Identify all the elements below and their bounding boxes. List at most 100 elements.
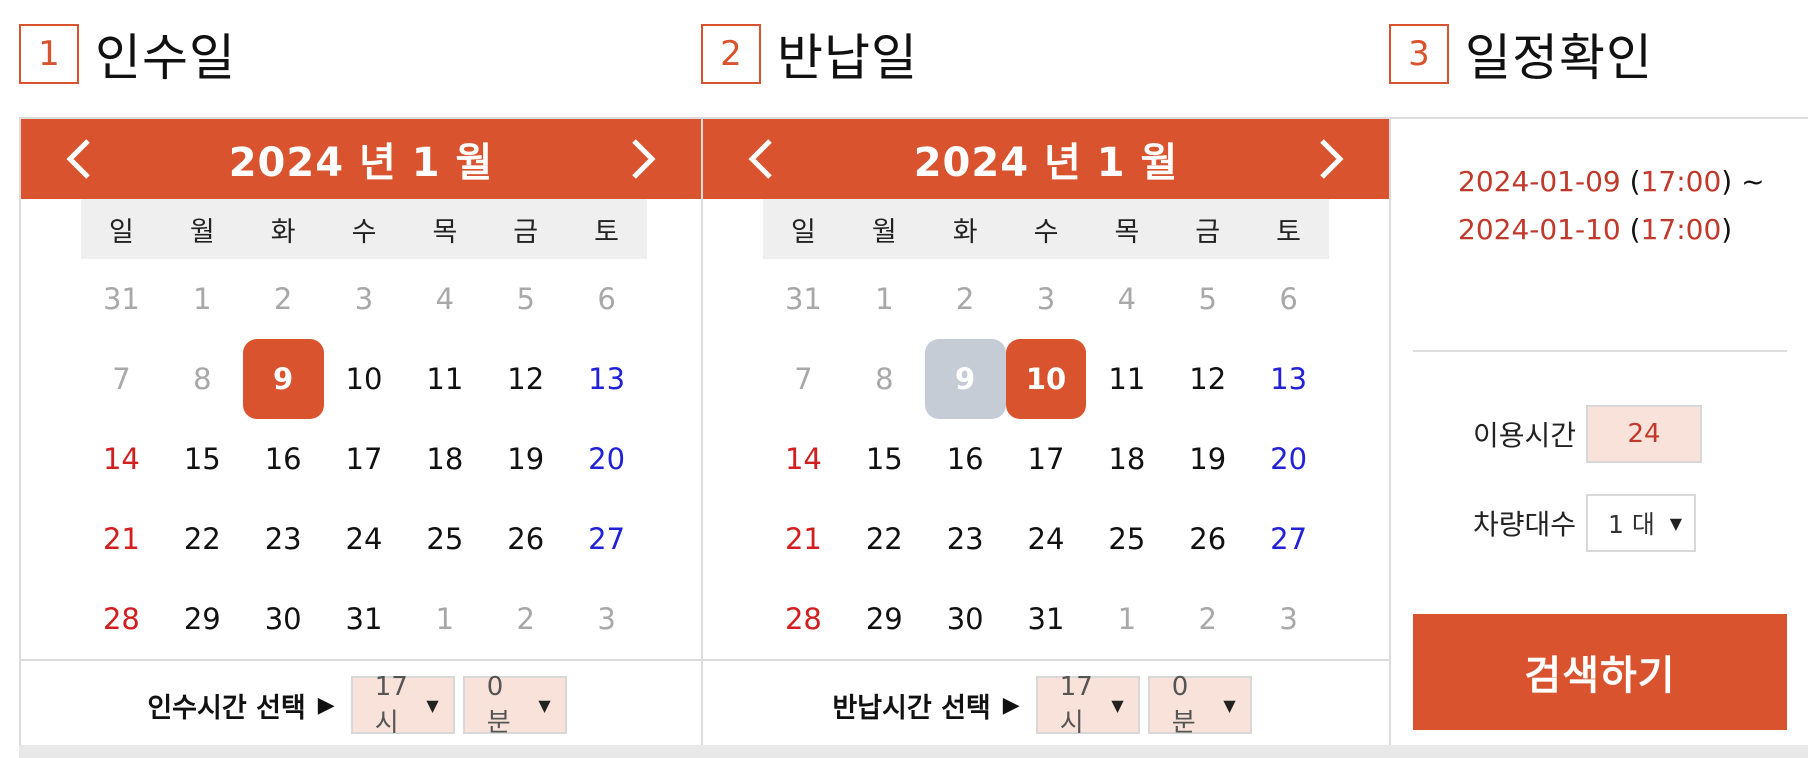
day-number: 2 — [955, 282, 975, 316]
calendar-day[interactable]: 18 — [404, 419, 485, 499]
calendar-day[interactable]: 30 — [243, 579, 324, 659]
calendar-day[interactable]: 21 — [81, 499, 162, 579]
day-number: 14 — [784, 442, 822, 476]
calendar-day[interactable]: 28 — [763, 579, 844, 659]
day-number: 27 — [1270, 522, 1308, 556]
end-time: 17:00 — [1640, 213, 1722, 246]
car-count-select[interactable]: 1 대 ▼ — [1586, 494, 1697, 552]
day-number: 1 — [875, 282, 894, 316]
calendar-day[interactable]: 27 — [1248, 499, 1329, 579]
calendar-day[interactable]: 23 — [243, 499, 324, 579]
day-number: 7 — [112, 362, 131, 396]
calendar-day[interactable]: 21 — [763, 499, 844, 579]
calendar-day[interactable]: 13 — [566, 339, 647, 419]
calendar-day[interactable]: 17 — [324, 419, 405, 499]
prev-month-button[interactable] — [39, 119, 119, 199]
calendar-day[interactable]: 27 — [566, 499, 647, 579]
calendar-day[interactable]: 13 — [1248, 339, 1329, 419]
time-select-label: 인수시간 선택 — [147, 692, 306, 724]
paren-close: ) — [1721, 165, 1733, 198]
calendar-day[interactable]: 23 — [925, 499, 1006, 579]
calendar-day[interactable]: 25 — [1086, 499, 1167, 579]
day-number: 1 — [193, 282, 212, 316]
day-number: 3 — [597, 602, 616, 636]
calendar-day[interactable]: 19 — [1167, 419, 1248, 499]
step-number: 3 — [1389, 24, 1449, 84]
calendar-day[interactable]: 19 — [485, 419, 566, 499]
calendar-day[interactable]: 15 — [162, 419, 243, 499]
calendar-day[interactable]: 16 — [243, 419, 324, 499]
day-number: 16 — [264, 442, 302, 476]
calendar-day[interactable]: 15 — [844, 419, 925, 499]
calendar-day[interactable]: 29 — [844, 579, 925, 659]
hour-select[interactable]: 17시 ▼ — [350, 672, 455, 738]
calendar-day[interactable]: 29 — [162, 579, 243, 659]
next-month-button[interactable] — [1291, 119, 1371, 199]
day-number: 31 — [102, 282, 140, 316]
divider — [1413, 350, 1787, 352]
day-number: 23 — [264, 522, 302, 556]
calendar-day[interactable]: 28 — [81, 579, 162, 659]
calendar-day[interactable]: 24 — [1006, 499, 1087, 579]
calendar-day[interactable]: 20 — [1248, 419, 1329, 499]
calendar-day[interactable]: 18 — [1086, 419, 1167, 499]
calendar-day[interactable]: 16 — [925, 419, 1006, 499]
day-number: 1 — [435, 602, 455, 636]
day-number: 9 — [955, 362, 976, 396]
calendar-day: 7 — [763, 339, 844, 419]
calendar-day[interactable]: 26 — [1167, 499, 1248, 579]
prev-month-button[interactable] — [721, 119, 801, 199]
calendar-day[interactable]: 11 — [1086, 339, 1167, 419]
calendar-day: 31 — [763, 259, 844, 339]
divider — [21, 659, 701, 661]
dropdown-arrow-icon: ▼ — [1669, 513, 1683, 533]
day-number: 6 — [597, 282, 616, 316]
calendar-day[interactable]: 24 — [324, 499, 405, 579]
weekday-label: 토 — [594, 216, 619, 248]
step-title: 반납일 — [777, 29, 918, 87]
calendar-day[interactable]: 30 — [925, 579, 1006, 659]
paren-open: ( — [1629, 165, 1641, 198]
day-number: 25 — [1108, 522, 1146, 556]
calendar-day[interactable]: 31 — [324, 579, 405, 659]
weekday-label: 월 — [871, 216, 897, 248]
calendar-day[interactable]: 22 — [162, 499, 243, 579]
calendar-day[interactable]: 10 — [1005, 339, 1087, 419]
day-number: 4 — [1117, 282, 1137, 316]
calendar-day[interactable]: 12 — [1167, 339, 1248, 419]
step-number: 2 — [701, 24, 761, 84]
dropdown-arrow-icon: ▼ — [426, 695, 439, 715]
day-number: 15 — [865, 442, 903, 476]
calendar-day[interactable]: 12 — [485, 339, 566, 419]
weekday-label: 화 — [952, 216, 978, 248]
calendar-day[interactable]: 14 — [81, 419, 162, 499]
minute-select[interactable]: 0분 ▼ — [462, 672, 567, 738]
calendar-day: 2 — [925, 259, 1006, 339]
weekday-header: 일 월 화 수 목 금 토 — [81, 199, 647, 259]
search-button[interactable]: 검색하기 — [1413, 614, 1787, 730]
calendar-day[interactable]: 9 — [242, 339, 324, 419]
minute-select[interactable]: 0분 ▼ — [1147, 672, 1252, 738]
calendar-day[interactable]: 14 — [763, 419, 844, 499]
calendar-day[interactable]: 10 — [324, 339, 405, 419]
next-month-button[interactable] — [603, 119, 683, 199]
calendar-day[interactable]: 20 — [566, 419, 647, 499]
day-number: 13 — [1270, 362, 1308, 396]
calendar-day[interactable]: 11 — [404, 339, 485, 419]
week-row: 28 29 30 31 1 2 3 — [81, 579, 647, 659]
calendar-day[interactable]: 26 — [485, 499, 566, 579]
calendar-day[interactable]: 31 — [1006, 579, 1087, 659]
hour-select[interactable]: 17시 ▼ — [1035, 672, 1140, 738]
weekday-label: 목 — [432, 216, 458, 248]
day-number: 12 — [507, 362, 545, 396]
calendar-day[interactable]: 25 — [404, 499, 485, 579]
day-number: 12 — [1189, 362, 1227, 396]
calendar-day[interactable]: 9 — [924, 339, 1006, 419]
week-row: 14 15 16 17 18 19 20 — [763, 419, 1329, 499]
calendar-day[interactable]: 17 — [1006, 419, 1087, 499]
calendar-day[interactable]: 22 — [844, 499, 925, 579]
calendar-day: 3 — [566, 579, 647, 659]
week-row: 31 1 2 3 4 5 6 — [763, 259, 1329, 339]
day-number: 17 — [345, 442, 383, 476]
triangle-right-icon: ▶ — [1002, 692, 1020, 718]
